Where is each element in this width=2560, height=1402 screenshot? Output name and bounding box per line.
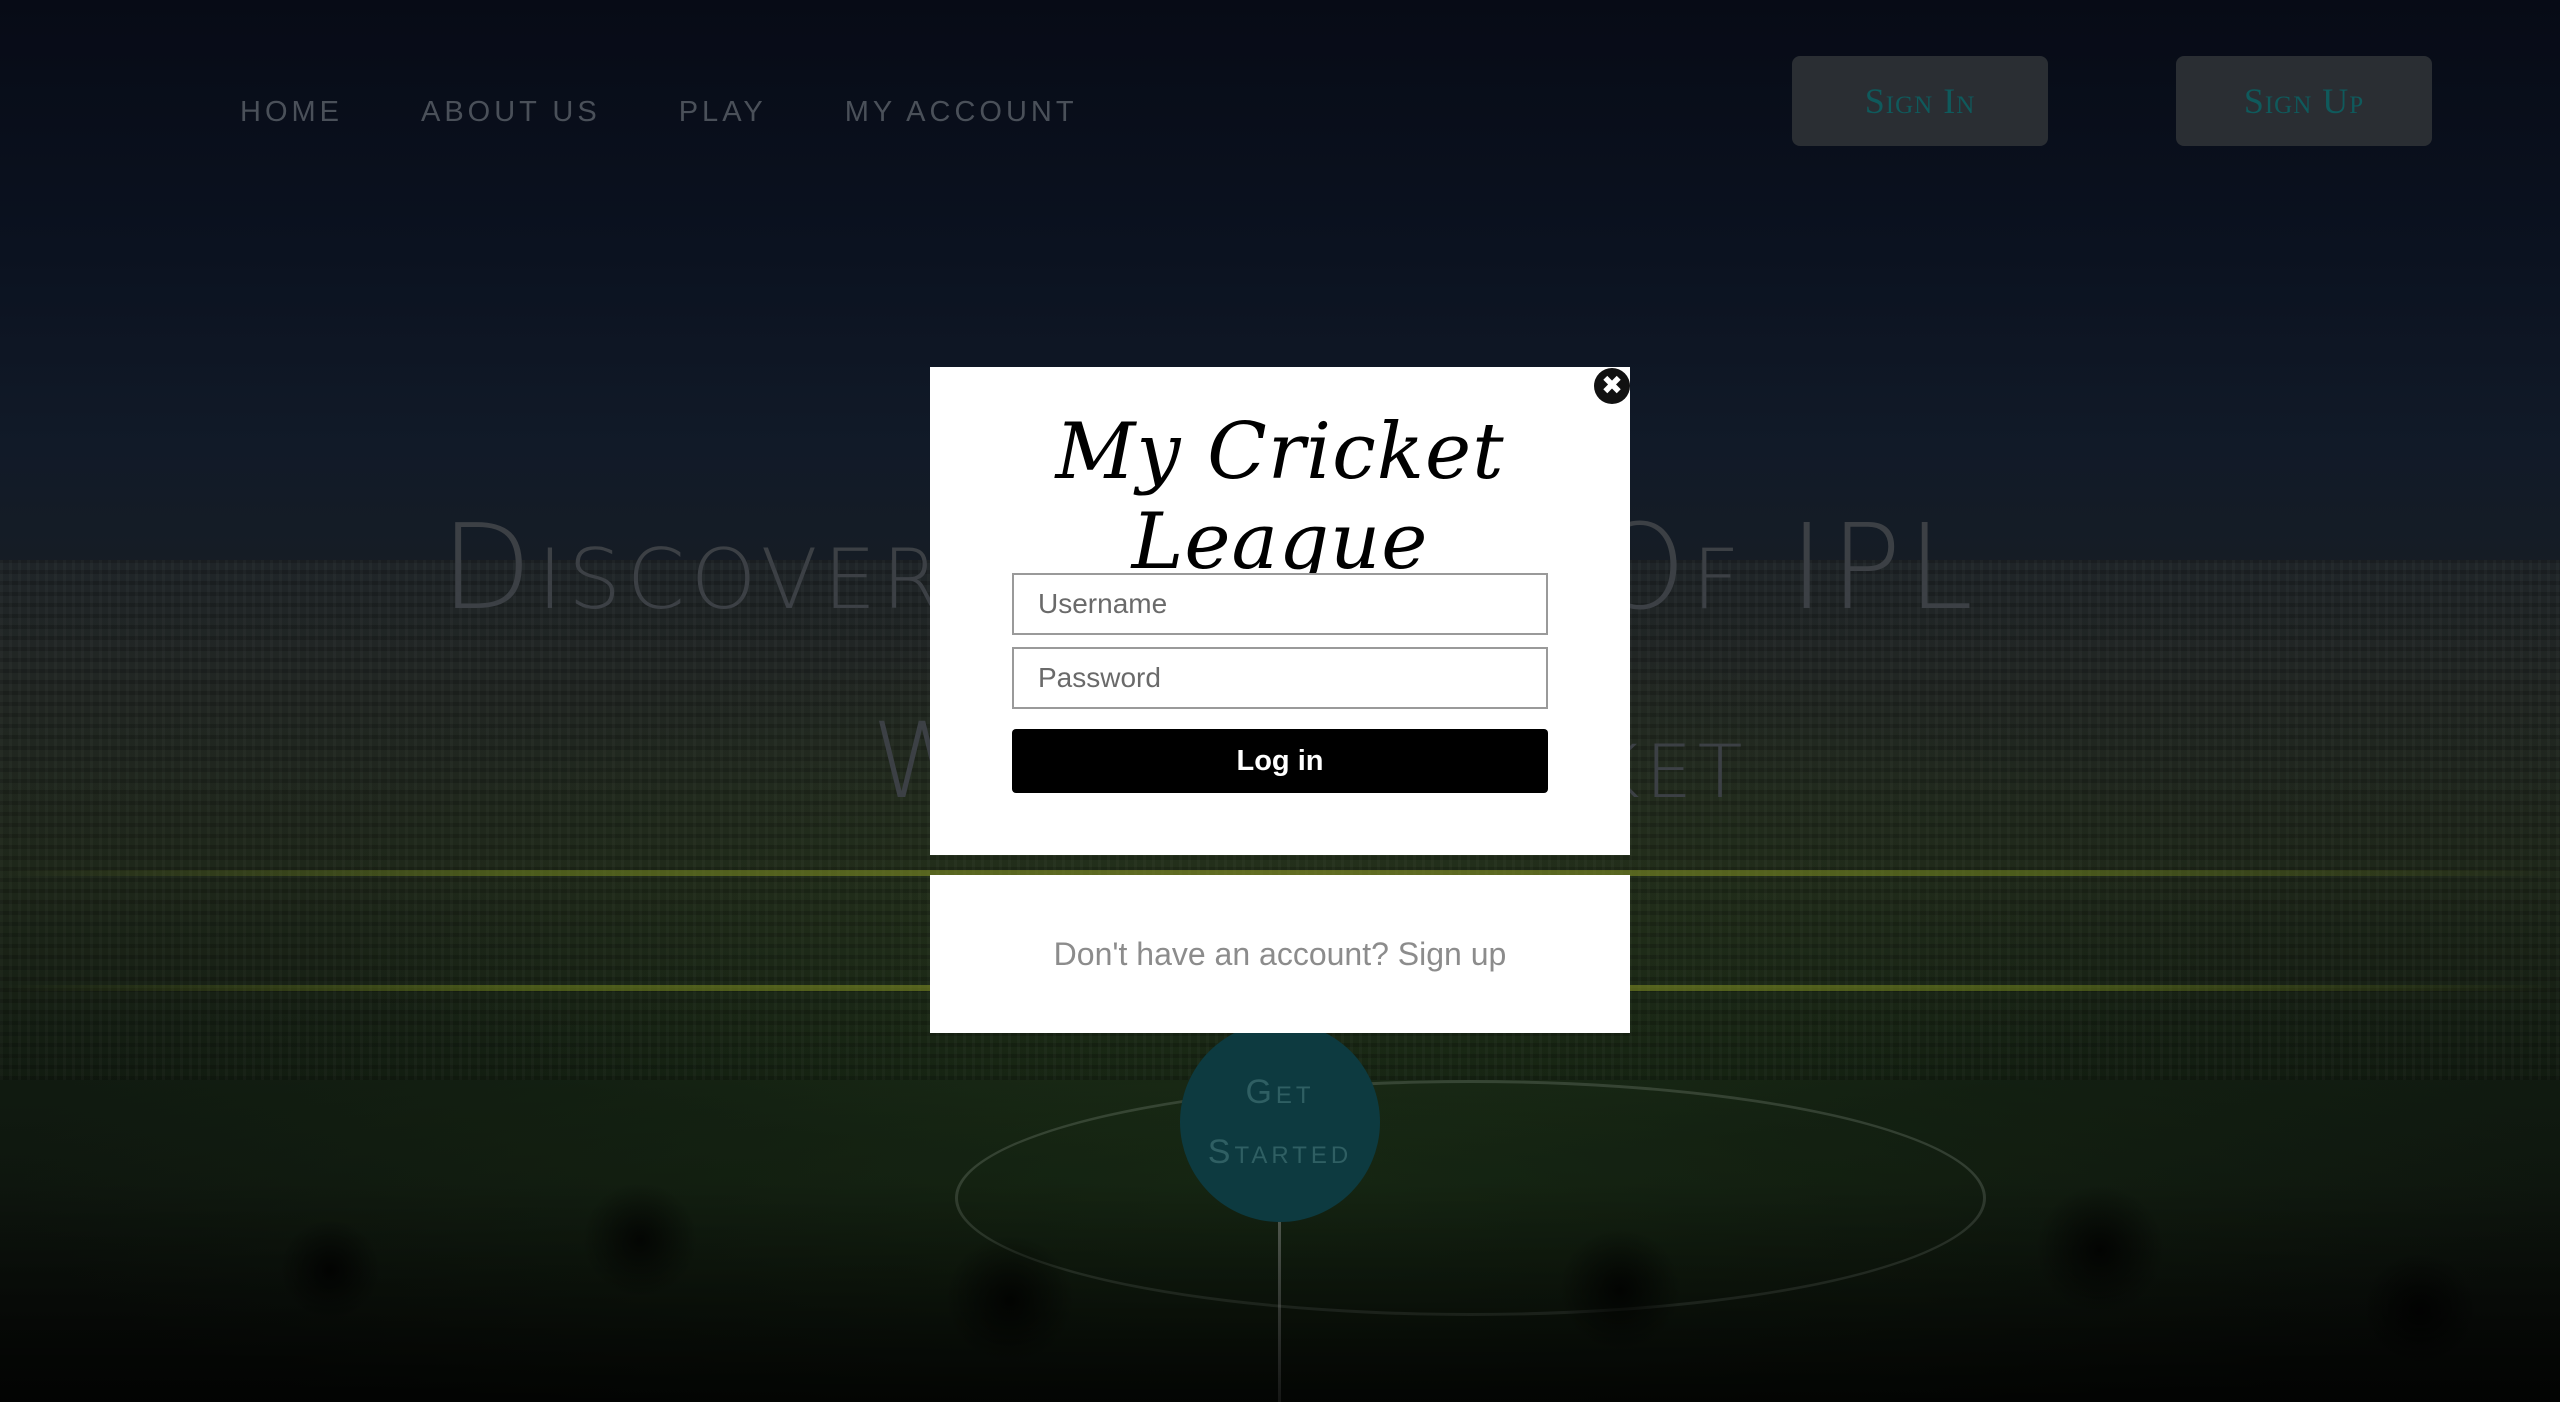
page-background: HOME ABOUT US PLAY MY ACCOUNT Sign In Si… xyxy=(0,0,2560,1402)
signup-prompt-text: Don't have an account? xyxy=(1053,935,1389,972)
sign-in-button[interactable]: Sign In xyxy=(1792,56,2048,146)
nav-home[interactable]: HOME xyxy=(240,94,343,130)
password-input[interactable] xyxy=(1012,647,1548,709)
login-modal: My Cricket League Log in xyxy=(930,367,1630,855)
main-nav: HOME ABOUT US PLAY MY ACCOUNT xyxy=(240,94,1156,130)
close-icon[interactable]: ✖ xyxy=(1594,368,1630,404)
nav-my-account[interactable]: MY ACCOUNT xyxy=(845,94,1078,130)
get-started-label-2: Started xyxy=(1207,1133,1353,1171)
signup-prompt-panel: Don't have an account? Sign up xyxy=(930,875,1630,1033)
nav-play[interactable]: PLAY xyxy=(679,94,767,130)
get-started-button[interactable]: Get Started xyxy=(1180,1022,1380,1222)
modal-title: My Cricket League xyxy=(1055,407,1505,587)
get-started-label-1: Get xyxy=(1245,1073,1315,1111)
login-button[interactable]: Log in xyxy=(1012,729,1548,793)
signup-prompt: Don't have an account? Sign up xyxy=(1054,936,1507,973)
username-input[interactable] xyxy=(1012,573,1548,635)
nav-about-us[interactable]: ABOUT US xyxy=(421,94,601,130)
sign-up-button[interactable]: Sign Up xyxy=(2176,56,2432,146)
signup-link[interactable]: Sign up xyxy=(1398,936,1507,972)
